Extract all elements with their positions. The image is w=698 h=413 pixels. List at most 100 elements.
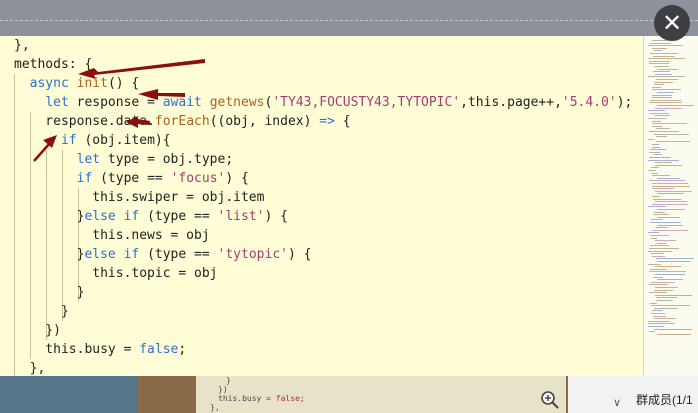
minimap-line	[655, 164, 682, 166]
minimap-line	[652, 188, 674, 190]
minimap-line	[652, 175, 670, 177]
code-token: ,this.page++,	[460, 95, 562, 110]
background-code-token: this.busy =	[218, 394, 276, 403]
code-token: init	[76, 76, 108, 91]
minimap-line	[655, 266, 681, 268]
minimap-line	[652, 229, 688, 231]
code-token: this.news = obj	[14, 228, 210, 243]
background-code-token: })	[218, 385, 228, 394]
minimap-line	[657, 224, 683, 226]
code-token: async	[29, 76, 69, 91]
code-token: type = obj.type;	[100, 152, 234, 167]
minimap-line	[650, 42, 671, 44]
minimap-line	[652, 146, 660, 148]
code-token: ;	[178, 342, 187, 357]
minimap-line	[649, 248, 679, 249]
minimap-line	[652, 185, 690, 187]
code-token: }	[14, 209, 85, 224]
minimap-line	[651, 305, 690, 307]
minimap-line	[657, 242, 666, 244]
code-token: {	[334, 114, 351, 129]
code-line: let response = await getnews('TY43,FOCUS…	[14, 93, 632, 112]
minimap-line	[657, 68, 678, 70]
code-token: if	[76, 171, 93, 186]
minimap-line	[656, 128, 670, 130]
chevron-down-icon[interactable]: ∨	[613, 396, 621, 409]
dashed-divider	[0, 20, 698, 21]
minimap-line	[657, 177, 680, 179]
code-minimap[interactable]	[643, 36, 698, 376]
background-window-titlebar	[0, 0, 698, 38]
code-token: else	[84, 209, 116, 224]
code-token: ) {	[287, 247, 312, 262]
code-line: })	[14, 321, 61, 340]
group-member-count[interactable]: 群成员(1/1	[636, 391, 693, 408]
code-token: ((obj, index)	[209, 114, 320, 129]
minimap-line	[650, 235, 669, 236]
code-token: ) {	[225, 171, 249, 186]
minimap-line	[652, 89, 681, 91]
code-token: false	[139, 342, 179, 357]
code-token: response =	[68, 95, 163, 110]
code-token: if	[60, 133, 77, 148]
code-token: 'tytopic'	[217, 247, 288, 262]
minimap-line	[651, 172, 658, 174]
minimap-line	[648, 323, 675, 325]
minimap-line	[648, 232, 659, 234]
minimap-line	[651, 313, 665, 314]
code-line: response.data.forEach((obj, index) => {	[14, 112, 351, 131]
minimap-line	[648, 118, 666, 119]
minimap-line	[653, 315, 666, 317]
minimap-line	[656, 300, 673, 301]
minimap-line	[649, 157, 671, 158]
minimap-line	[649, 292, 667, 294]
minimap-line	[654, 133, 689, 135]
minimap-line	[652, 255, 665, 257]
code-line: },	[14, 359, 46, 376]
minimap-line	[654, 318, 676, 320]
code-token: }	[14, 304, 69, 319]
minimap-line	[651, 281, 675, 283]
minimap-line	[649, 131, 679, 132]
code-line: if (type == 'focus') {	[14, 169, 249, 188]
minimap-line	[652, 144, 659, 145]
minimap-line	[648, 110, 665, 112]
minimap-line	[650, 222, 681, 223]
minimap-line	[657, 193, 684, 195]
zoom-in-icon[interactable]	[540, 390, 560, 410]
code-token: (type ==	[92, 171, 171, 186]
close-button[interactable]: ✕	[654, 5, 690, 41]
minimap-line	[653, 71, 670, 73]
minimap-line	[654, 328, 692, 330]
minimap-line	[650, 149, 666, 151]
minimap-line	[654, 50, 662, 52]
minimap-line	[655, 240, 676, 242]
minimap-line	[657, 279, 683, 281]
minimap-line	[655, 162, 672, 164]
minimap-line	[648, 159, 679, 161]
background-code-token: },	[210, 403, 220, 412]
minimap-line	[648, 320, 670, 322]
minimap-line	[654, 307, 678, 309]
code-token: ) {	[264, 209, 288, 224]
code-token: (type ==	[139, 247, 218, 262]
minimap-line	[652, 94, 672, 96]
minimap-line	[654, 211, 665, 213]
minimap-line	[652, 183, 688, 184]
code-token: getnews	[209, 95, 265, 110]
minimap-line	[649, 180, 685, 182]
minimap-line	[656, 297, 677, 299]
background-code-token: false	[275, 394, 300, 403]
background-code-line: this.busy = false;	[196, 394, 566, 403]
code-token: 'TY43,FOCUSTY43,TYTOPIC'	[272, 95, 461, 110]
background-panel-left	[0, 376, 138, 413]
minimap-line	[655, 115, 670, 117]
code-token: let	[76, 152, 101, 167]
code-token: else	[84, 247, 116, 262]
minimap-line	[655, 274, 685, 275]
code-line: this.busy = false;	[14, 340, 186, 359]
minimap-line	[649, 151, 660, 153]
